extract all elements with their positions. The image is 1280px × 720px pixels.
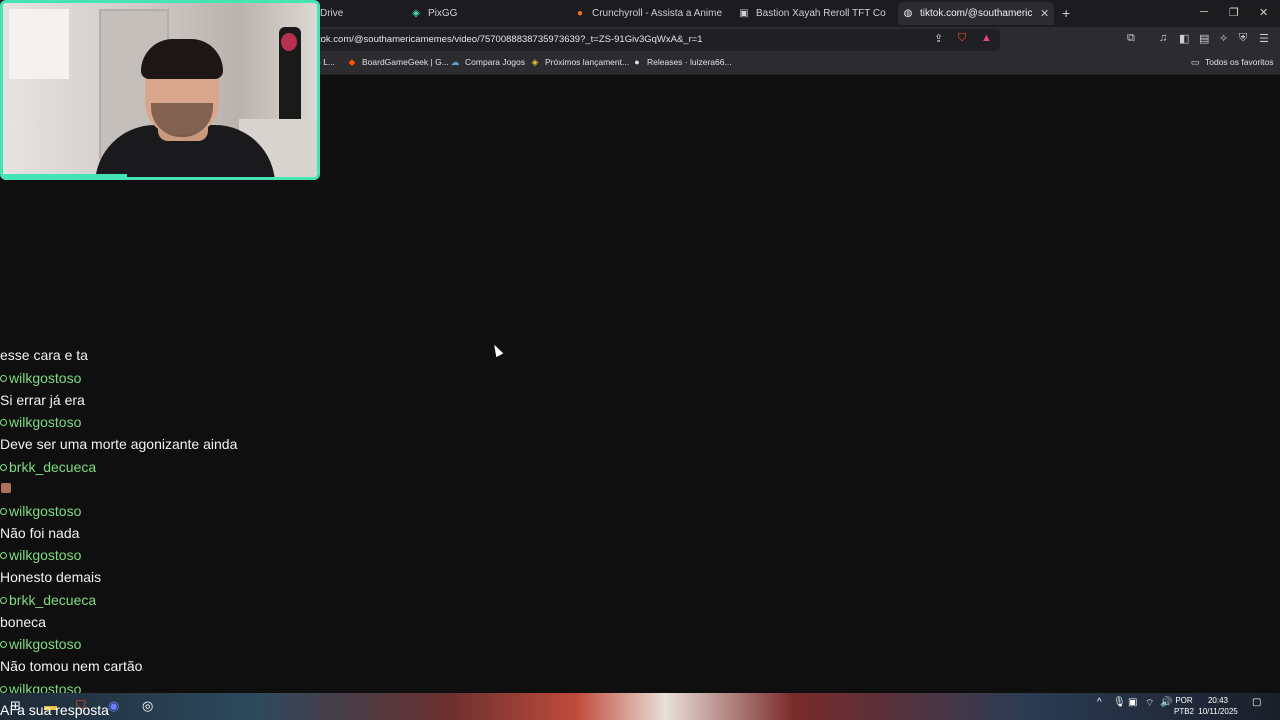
chat-message: boneca <box>0 614 46 630</box>
notifications-icon[interactable]: ▢ <box>1252 697 1261 708</box>
all-favorites[interactable]: ▭ Todos os favoritos <box>1190 56 1274 68</box>
chat-username: wilkgostoso <box>0 370 81 386</box>
close-window-button[interactable]: ✕ <box>1259 6 1268 19</box>
webcam-overlay <box>0 0 320 180</box>
bookmark-proximos[interactable]: ◈ Próximos lançament... <box>530 56 630 68</box>
boardgamegeek-icon: ◆ <box>348 56 356 67</box>
favorites-label: Todos os favoritos <box>1205 57 1274 67</box>
chat-username: wilkgostoso <box>0 547 81 563</box>
user-badge-icon <box>0 552 7 559</box>
bookmark-label: - L... <box>318 57 336 67</box>
volume-icon[interactable]: 🔊 <box>1160 697 1172 708</box>
wifi-icon[interactable]: ⌔ <box>1145 697 1154 710</box>
chat-username: brkk_decueca <box>0 459 96 475</box>
bookmark-boardgamegeek[interactable]: ◆ BoardGameGeek | G... <box>347 56 449 68</box>
tab-label: Crunchyroll - Assista a Animes, Jogue <box>592 8 722 19</box>
diamond-icon: ◈ <box>531 56 539 67</box>
tab-bastion[interactable]: ▣ Bastion Xayah Reroll TFT Comp Guide <box>738 2 886 25</box>
chat-message: Honesto demais <box>0 569 102 585</box>
user-badge-icon <box>0 597 7 604</box>
bastion-icon: ▣ <box>739 8 749 19</box>
chevron-up-icon[interactable]: ^ <box>1097 697 1102 708</box>
chat-message: Deve ser uma morte agonizante ainda <box>0 436 238 452</box>
menu-icon[interactable]: ☰ <box>1259 32 1269 45</box>
screenshot-icon[interactable]: ⧉ <box>1127 32 1135 45</box>
language-indicator[interactable]: POR PTB2 <box>1172 695 1196 717</box>
bookmark-label: Releases · luizera66... <box>647 57 732 67</box>
folder-icon: ▭ <box>1190 56 1200 67</box>
user-badge-icon <box>0 686 7 693</box>
microphone-icon[interactable]: 🎙 <box>1113 697 1126 708</box>
tab-label: Drive <box>320 8 344 19</box>
tab-label: Bastion Xayah Reroll TFT Comp Guide <box>756 8 886 19</box>
close-tab-icon[interactable]: ✕ <box>1040 7 1049 20</box>
url-field[interactable]: tok.com/@southamericamemes/video/7570088… <box>312 29 1000 51</box>
tab-label: tiktok.com/@southamericamemes <box>920 8 1032 19</box>
brave-shields-icon[interactable]: ⛉ <box>958 32 966 45</box>
display-icon[interactable]: ▣ <box>1128 697 1137 708</box>
chat-username: brkk_decueca <box>0 592 96 608</box>
user-badge-icon <box>0 375 7 382</box>
user-badge-icon <box>0 464 7 471</box>
leo-ai-icon[interactable]: ✧ <box>1219 32 1228 45</box>
vpn-icon[interactable]: ⛨ <box>1239 32 1247 45</box>
crunchyroll-icon: ● <box>576 8 584 19</box>
clock-time: 20:43 <box>1207 696 1229 705</box>
keyboard-layout: PTB2 <box>1173 707 1194 716</box>
bookmark-label: Próximos lançament... <box>545 57 630 67</box>
share-icon[interactable]: ⇪ <box>934 32 943 45</box>
tab-drive[interactable]: Drive <box>320 2 400 25</box>
language-code: POR <box>1175 696 1193 705</box>
clock[interactable]: 20:43 10/11/2025 <box>1198 695 1238 717</box>
tab-crunchyroll[interactable]: ● Crunchyroll - Assista a Animes, Jogue <box>574 2 722 25</box>
chat-message: Não foi nada <box>0 525 80 541</box>
user-badge-icon <box>0 419 7 426</box>
tab-pixgg[interactable]: ◈ PixGG <box>410 2 520 25</box>
media-icon[interactable]: ♫ <box>1159 32 1167 44</box>
new-tab-button[interactable]: + <box>1062 5 1070 21</box>
webcam-flower <box>281 33 297 51</box>
chat-emote <box>1 483 11 493</box>
chat-message: Si errar já era <box>0 392 85 408</box>
bookmark-label: Compara Jogos <box>465 57 526 67</box>
webcam-window <box>9 9 69 79</box>
wallet-icon[interactable]: ▤ <box>1199 32 1209 45</box>
sidebar-icon[interactable]: ◧ <box>1179 32 1189 45</box>
obs-icon[interactable]: ◎ <box>142 698 153 714</box>
chat-message: esse cara e ta <box>0 347 88 363</box>
bookmark-compara-jogos[interactable]: ☁ Compara Jogos <box>450 56 526 68</box>
bookmark-label: BoardGameGeek | G... <box>362 57 449 67</box>
github-icon: ● <box>634 57 640 67</box>
restore-button[interactable]: ❐ <box>1229 6 1239 19</box>
minimize-button[interactable]: ─ <box>1200 6 1208 18</box>
brave-rewards-icon[interactable]: ▲ <box>981 32 992 44</box>
mouse-cursor-icon <box>490 342 504 358</box>
chat-reply-text: Aí a sua resposta <box>0 702 109 718</box>
chat-username: wilkgostoso <box>0 414 81 430</box>
compara-icon: ☁ <box>450 56 460 67</box>
tab-label: PixGG <box>428 8 458 19</box>
chat-username: wilkgostoso <box>0 636 81 652</box>
webcam-person-hair <box>141 39 223 79</box>
bookmark-item[interactable]: - L... <box>318 57 335 67</box>
globe-icon: ◍ <box>903 8 913 19</box>
user-badge-icon <box>0 641 7 648</box>
bookmark-releases[interactable]: ● Releases · luizera66... <box>632 57 732 67</box>
taskbar: ⊞ ▬ ⛉ ◉ ◎ ^ 🎙 ▣ ⌔ 🔊 POR PTB2 20:43 10/11… <box>0 693 1280 720</box>
chat-message: Não tomou nem cartão <box>0 658 143 674</box>
discord-icon[interactable]: ◉ <box>108 698 119 714</box>
tab-tiktok[interactable]: ◍ tiktok.com/@southamericamemes ✕ <box>898 2 1054 25</box>
pixgg-icon: ◈ <box>412 8 420 19</box>
clock-date: 10/11/2025 <box>1198 707 1238 716</box>
url-text: tok.com/@southamericamemes/video/7570088… <box>318 34 703 45</box>
screen: Drive ◈ PixGG ● Crunchyroll - Assista a … <box>0 0 1280 720</box>
chat-username: wilkgostoso <box>0 503 81 519</box>
user-badge-icon <box>0 508 7 515</box>
webcam-accent-bar <box>3 174 127 177</box>
